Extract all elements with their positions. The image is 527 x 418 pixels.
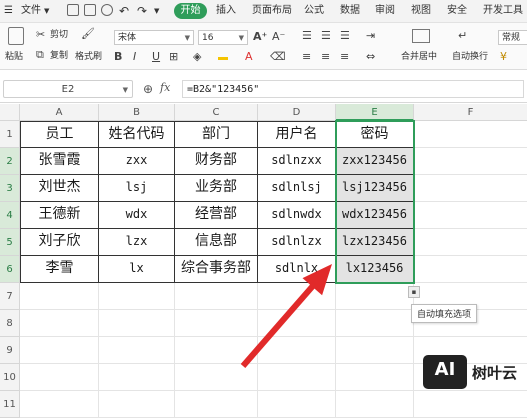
chevron-down-icon[interactable]: ▼	[154, 0, 159, 22]
number-format-value: 常规	[502, 33, 521, 43]
distributed-icon[interactable]: ⇔	[366, 50, 375, 64]
tab-review[interactable]: 审阅	[375, 0, 395, 22]
copy-icon[interactable]: ⧉	[36, 48, 44, 62]
watermark-text: 树叶云	[472, 364, 518, 382]
borders-icon[interactable]: ⊞	[169, 50, 178, 64]
format-painter-button[interactable]: 格式刷	[75, 51, 102, 63]
align-middle-icon[interactable]: ☰	[321, 29, 331, 43]
arrow-shape	[240, 264, 332, 368]
number-format-select[interactable]: 常规	[498, 30, 527, 45]
font-size-select[interactable]: 16 ▼	[198, 30, 248, 45]
print-icon[interactable]	[84, 4, 96, 16]
font-name-value: 宋体	[118, 33, 137, 43]
tab-security[interactable]: 安全	[447, 0, 467, 22]
underline-button[interactable]: U	[152, 50, 160, 64]
formula-input[interactable]: =B2&"123456"	[182, 80, 524, 98]
zoom-icon[interactable]: ⊕	[143, 82, 153, 96]
format-painter-icon[interactable]: 🖌	[81, 27, 95, 43]
tab-formulas[interactable]: 公式	[304, 0, 324, 22]
hamburger-icon[interactable]: ☰	[4, 0, 13, 22]
fx-icon[interactable]: fx	[160, 81, 170, 94]
fill-color-bar-icon	[218, 50, 228, 64]
undo-icon[interactable]: ↶	[119, 0, 129, 22]
tab-data[interactable]: 数据	[340, 0, 360, 22]
chevron-down-icon: ▼	[238, 34, 244, 42]
chevron-down-icon: ▼	[184, 34, 190, 42]
ribbon: 粘贴 ✂ 剪切 ⧉ 复制 🖌 格式刷 宋体 ▼ 16 ▼ A⁺ A⁻ B I U ⊞…	[0, 23, 527, 70]
menu-bar: ☰ 文件 ▼ ↶ ↷ ▼ 开始 插入 页面布局 公式 数据 审阅 视图 安全 开…	[0, 0, 527, 23]
formula-bar: E2 ▼ ⊕ fx =B2&"123456"	[0, 76, 527, 103]
tab-page-layout[interactable]: 页面布局	[252, 0, 292, 22]
chevron-down-icon[interactable]: ▼	[44, 0, 49, 22]
chevron-down-icon: ▼	[122, 86, 128, 94]
currency-icon[interactable]: ¥	[500, 50, 507, 64]
tab-view[interactable]: 视图	[411, 0, 431, 22]
align-top-icon[interactable]: ☰	[302, 29, 312, 43]
align-bottom-icon[interactable]: ☰	[340, 29, 350, 43]
tab-insert[interactable]: 插入	[216, 0, 236, 22]
tab-home[interactable]: 开始	[174, 3, 207, 19]
align-left-icon[interactable]: ≡	[302, 50, 311, 64]
merge-center-button[interactable]: 合并居中	[401, 51, 437, 63]
cut-button[interactable]: 剪切	[50, 29, 68, 41]
merge-center-icon[interactable]	[412, 29, 430, 43]
font-color-button[interactable]: A	[245, 50, 253, 64]
font-size-value: 16	[202, 33, 214, 43]
autofill-tooltip: 自动填充选项	[411, 304, 478, 323]
name-box-value: E2	[61, 84, 75, 95]
scissors-icon[interactable]: ✂	[36, 28, 45, 42]
paste-icon[interactable]	[8, 27, 24, 45]
tab-developer[interactable]: 开发工具	[483, 0, 523, 22]
autofill-options-button[interactable]: ▪	[408, 286, 420, 298]
bold-button[interactable]: B	[114, 50, 122, 64]
decrease-font-icon[interactable]: A⁻	[272, 30, 285, 44]
font-name-select[interactable]: 宋体 ▼	[114, 30, 194, 45]
increase-font-icon[interactable]: A⁺	[253, 30, 267, 44]
copy-button[interactable]: 复制	[50, 50, 68, 62]
preview-icon[interactable]	[101, 4, 113, 16]
italic-button[interactable]: I	[133, 50, 136, 64]
align-center-icon[interactable]: ≡	[321, 50, 330, 64]
indent-icon[interactable]: ⇥	[366, 29, 375, 43]
paste-button[interactable]: 粘贴	[5, 51, 23, 63]
wrap-text-icon[interactable]: ↵	[458, 29, 467, 43]
name-box[interactable]: E2 ▼	[3, 80, 133, 98]
align-right-icon[interactable]: ≡	[340, 50, 349, 64]
menu-file[interactable]: 文件	[21, 0, 41, 22]
watermark-logo: AI	[423, 355, 467, 389]
save-icon[interactable]	[67, 4, 79, 16]
auto-wrap-button[interactable]: 自动换行	[452, 51, 488, 63]
fill-color-icon[interactable]: ◈	[193, 50, 201, 64]
clear-format-icon[interactable]: ⌫	[270, 50, 286, 64]
redo-icon[interactable]: ↷	[137, 0, 147, 22]
watermark: AI 树叶云	[423, 353, 527, 393]
